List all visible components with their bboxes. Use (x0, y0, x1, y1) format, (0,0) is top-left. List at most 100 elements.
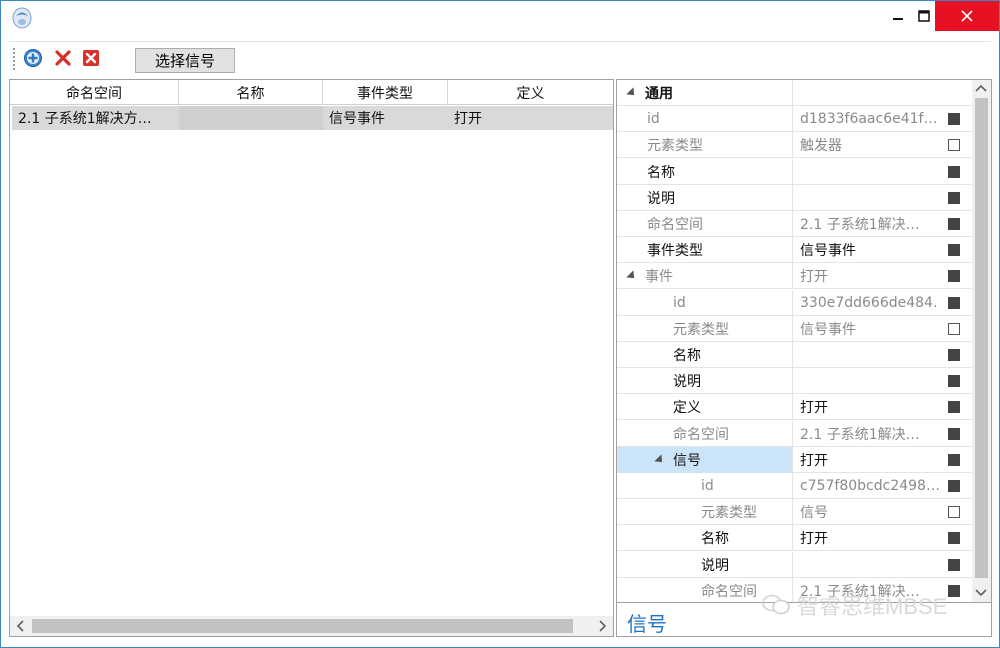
property-row[interactable]: 说明 (617, 184, 972, 211)
property-name[interactable]: 元素类型 (617, 132, 793, 159)
property-filled-square-icon[interactable] (948, 349, 960, 361)
property-name[interactable]: 定义 (617, 394, 793, 421)
property-filled-square-icon[interactable] (948, 165, 960, 178)
property-filled-square-icon[interactable] (948, 584, 960, 597)
expand-triangle-icon[interactable] (626, 270, 638, 283)
property-filled-square-icon[interactable] (948, 191, 960, 204)
vertical-scrollbar[interactable] (972, 80, 991, 602)
property-row[interactable]: 名称 (617, 342, 972, 368)
property-value[interactable]: 信号事件 (793, 316, 939, 342)
cell-namespace[interactable]: 2.1 子系统1解决方… (12, 106, 179, 130)
property-value[interactable] (793, 159, 939, 185)
property-value[interactable]: 2.1 子系统1解决… (793, 211, 939, 237)
property-filled-square-icon[interactable] (948, 558, 960, 571)
property-value[interactable]: c757f80bcdc2498… (793, 473, 939, 499)
property-row[interactable]: 元素类型 信号 (617, 499, 972, 526)
column-header-name[interactable]: 名称 (179, 80, 323, 105)
property-row[interactable]: 名称 (617, 158, 972, 185)
property-row[interactable]: 信号 打开 (617, 446, 972, 473)
property-name[interactable]: 名称 (617, 158, 793, 185)
property-row[interactable]: id c757f80bcdc2498… (617, 473, 972, 499)
property-filled-square-icon[interactable] (948, 453, 960, 466)
property-name[interactable]: id (617, 289, 793, 316)
property-name[interactable]: 命名空间 (617, 420, 793, 447)
select-signal-button[interactable]: 选择信号 (135, 48, 235, 73)
property-filled-square-icon[interactable] (948, 113, 960, 126)
property-empty-square-icon[interactable] (948, 139, 960, 152)
property-name[interactable]: id (617, 106, 793, 133)
property-filled-square-icon[interactable] (948, 270, 960, 283)
expand-triangle-icon[interactable] (626, 87, 638, 99)
toolbar-grip[interactable] (13, 48, 15, 70)
table-row[interactable]: 2.1 子系统1解决方… 信号事件 打开 (12, 106, 613, 130)
property-empty-square-icon[interactable] (948, 322, 960, 335)
property-value[interactable]: 2.1 子系统1解决… (793, 421, 939, 447)
horizontal-scroll-thumb[interactable] (32, 619, 573, 633)
property-filled-square-icon[interactable] (948, 244, 960, 257)
property-filled-square-icon[interactable] (948, 401, 960, 414)
property-value[interactable] (793, 552, 939, 578)
property-value[interactable] (793, 342, 939, 368)
property-row[interactable]: 事件 打开 (617, 263, 972, 290)
property-row[interactable]: 说明 (617, 368, 972, 395)
property-value[interactable]: 信号 (793, 499, 939, 525)
property-name[interactable]: 说明 (617, 184, 793, 211)
property-name[interactable]: id (617, 473, 793, 499)
cell-name[interactable] (179, 106, 323, 130)
property-filled-square-icon[interactable] (948, 480, 960, 492)
scroll-down-icon[interactable] (973, 584, 989, 600)
scroll-left-icon[interactable] (13, 618, 29, 634)
property-value[interactable]: 打开 (793, 447, 939, 473)
property-row[interactable]: 元素类型 触发器 (617, 132, 972, 159)
property-name[interactable]: 元素类型 (617, 499, 793, 526)
property-value[interactable]: 330e7dd666de484… (793, 290, 939, 316)
close-button[interactable] (935, 1, 999, 31)
property-row[interactable]: 命名空间 2.1 子系统1解决… (617, 211, 972, 237)
property-value[interactable] (793, 368, 939, 394)
property-name[interactable]: 命名空间 (617, 211, 793, 237)
cell-event-type[interactable]: 信号事件 (323, 106, 448, 130)
cell-definition[interactable]: 打开 (448, 106, 613, 130)
property-name[interactable]: 元素类型 (617, 315, 793, 342)
property-name[interactable]: 说明 (617, 551, 793, 578)
column-header-definition[interactable]: 定义 (448, 80, 613, 105)
property-value[interactable]: d1833f6aac6e41f… (793, 106, 939, 132)
horizontal-scrollbar[interactable] (10, 616, 613, 636)
property-name[interactable]: 说明 (617, 368, 793, 395)
property-row[interactable]: 说明 (617, 551, 972, 578)
property-value[interactable]: 打开 (793, 394, 939, 420)
property-name[interactable]: 事件类型 (617, 237, 793, 264)
property-row[interactable]: id d1833f6aac6e41f… (617, 106, 972, 133)
property-value[interactable]: 信号事件 (793, 237, 939, 263)
property-row[interactable]: 命名空间 2.1 子系统1解决… (617, 420, 972, 447)
property-row[interactable]: 事件类型 信号事件 (617, 237, 972, 264)
column-header-namespace[interactable]: 命名空间 (10, 80, 179, 105)
property-filled-square-icon[interactable] (948, 532, 960, 545)
property-row[interactable]: 定义 打开 (617, 394, 972, 421)
vertical-scroll-thumb[interactable] (975, 98, 988, 578)
property-row[interactable]: id 330e7dd666de484… (617, 289, 972, 316)
property-value[interactable]: 打开 (793, 263, 939, 289)
delete-icon[interactable] (53, 48, 73, 68)
property-filled-square-icon[interactable] (948, 427, 960, 440)
property-name[interactable]: 名称 (617, 342, 793, 368)
property-filled-square-icon[interactable] (948, 218, 960, 230)
scroll-right-icon[interactable] (594, 618, 610, 634)
column-header-event-type[interactable]: 事件类型 (323, 80, 448, 105)
property-row[interactable]: 元素类型 信号事件 (617, 315, 972, 342)
add-icon[interactable] (23, 48, 43, 68)
property-category[interactable]: 通用 (617, 80, 972, 106)
scroll-up-icon[interactable] (973, 81, 989, 97)
property-name[interactable]: 事件 (617, 263, 793, 290)
property-value[interactable]: 触发器 (793, 132, 939, 158)
property-row[interactable]: 名称 打开 (617, 525, 972, 552)
property-empty-square-icon[interactable] (948, 506, 960, 519)
property-name[interactable]: 名称 (617, 525, 793, 552)
property-value[interactable] (793, 185, 939, 211)
clear-icon[interactable] (81, 48, 101, 68)
property-value[interactable]: 打开 (793, 525, 939, 551)
property-filled-square-icon[interactable] (948, 375, 960, 388)
property-name[interactable]: 信号 (617, 446, 793, 473)
expand-triangle-icon[interactable] (654, 454, 666, 466)
property-name[interactable]: 通用 (617, 80, 793, 106)
